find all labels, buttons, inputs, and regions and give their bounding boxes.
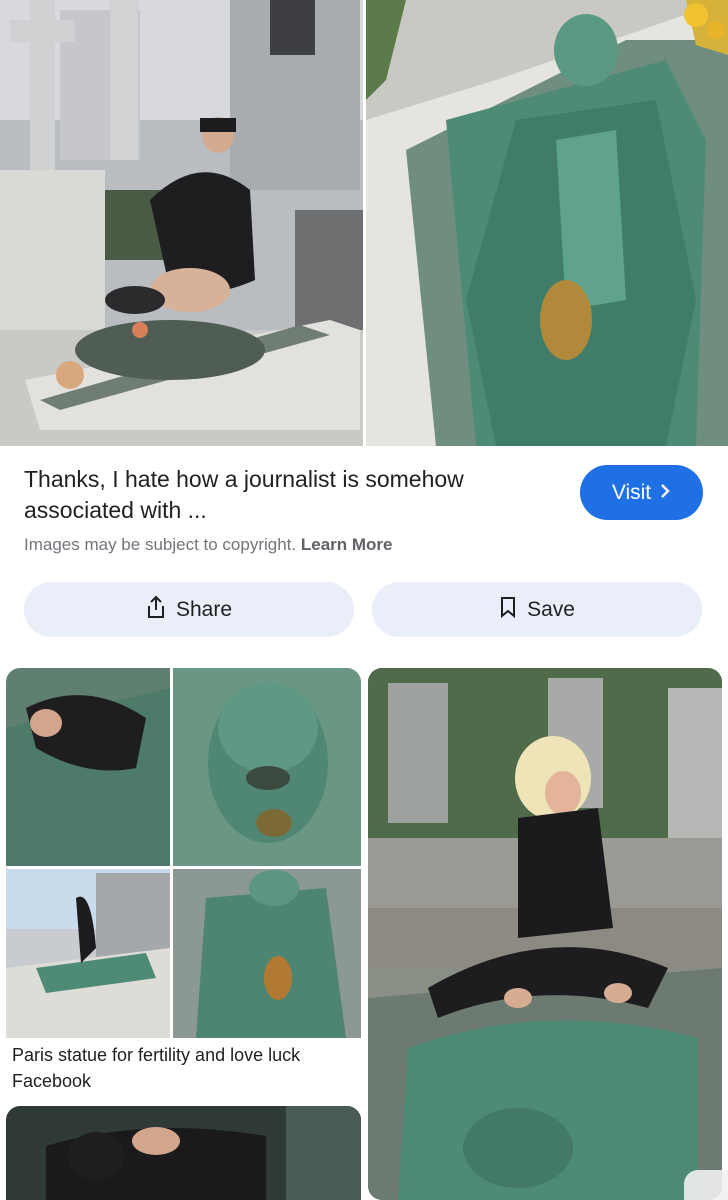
copyright-notice: Images may be subject to copyright. Lear…: [24, 535, 393, 555]
save-button[interactable]: Save: [372, 582, 702, 637]
share-icon: [146, 595, 166, 625]
copyright-text: Images may be subject to copyright.: [24, 535, 297, 554]
scroll-handle[interactable]: [684, 1170, 728, 1200]
learn-more-link[interactable]: Learn More: [301, 535, 393, 554]
related-result-source: Facebook: [12, 1071, 92, 1091]
share-label: Share: [175, 597, 233, 621]
bookmark-icon: [499, 596, 517, 624]
hero-image-left[interactable]: [0, 0, 363, 446]
visit-label: Visit: [611, 480, 652, 504]
related-result-title[interactable]: Paris statue for fertility and love luck: [12, 1045, 300, 1066]
save-label: Save: [527, 597, 575, 621]
related-result-image[interactable]: [368, 668, 722, 1200]
visit-button[interactable]: Visit: [580, 465, 703, 520]
related-result-image-partial[interactable]: [6, 1106, 361, 1200]
share-button[interactable]: Share: [24, 582, 354, 637]
hero-image-right[interactable]: [366, 0, 728, 446]
related-result-card[interactable]: [6, 668, 361, 1098]
result-title[interactable]: Thanks, I hate how a journalist is someh…: [24, 464, 564, 526]
chevron-right-icon: [659, 481, 671, 505]
